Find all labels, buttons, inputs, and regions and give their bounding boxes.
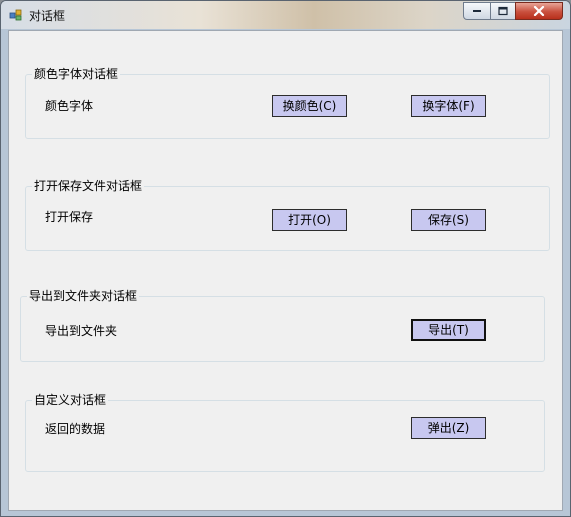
save-button[interactable]: 保存(S) [411, 209, 486, 231]
group-export-folder: 导出到文件夹对话框 导出到文件夹 导出(T) [20, 288, 545, 362]
group-title: 颜色字体对话框 [32, 66, 121, 82]
group-title: 导出到文件夹对话框 [27, 288, 140, 304]
open-button[interactable]: 打开(O) [272, 209, 347, 231]
returned-data-label: 返回的数据 [45, 422, 106, 436]
change-color-button[interactable]: 换颜色(C) [272, 95, 347, 117]
export-button[interactable]: 导出(T) [411, 319, 486, 341]
close-button[interactable] [515, 2, 563, 20]
minimize-button[interactable] [463, 2, 491, 20]
change-font-button[interactable]: 换字体(F) [411, 95, 486, 117]
app-icon[interactable] [9, 8, 23, 22]
minimize-icon [473, 10, 481, 12]
popup-button[interactable]: 弹出(Z) [411, 417, 486, 439]
group-title: 自定义对话框 [32, 392, 109, 408]
group-color-font: 颜色字体对话框 颜色字体 换颜色(C) 换字体(F) [25, 66, 550, 139]
export-folder-label: 导出到文件夹 [45, 324, 118, 338]
group-custom-dialog: 自定义对话框 返回的数据 弹出(Z) [25, 392, 545, 472]
group-title: 打开保存文件对话框 [32, 178, 145, 194]
open-save-label: 打开保存 [45, 210, 94, 224]
maximize-icon [498, 6, 508, 16]
dialog-window: 对话框 颜色字体对话框 颜色字体 换颜色(C) 换字体(F) 打开保存文件对话框… [0, 0, 571, 517]
group-open-save: 打开保存文件对话框 打开保存 打开(O) 保存(S) [25, 178, 550, 251]
close-icon [533, 6, 545, 16]
color-font-label: 颜色字体 [45, 99, 94, 113]
client-area: 颜色字体对话框 颜色字体 换颜色(C) 换字体(F) 打开保存文件对话框 打开保… [8, 30, 563, 511]
window-title: 对话框 [29, 9, 66, 23]
title-bar[interactable]: 对话框 [1, 1, 570, 29]
maximize-button[interactable] [490, 2, 516, 20]
